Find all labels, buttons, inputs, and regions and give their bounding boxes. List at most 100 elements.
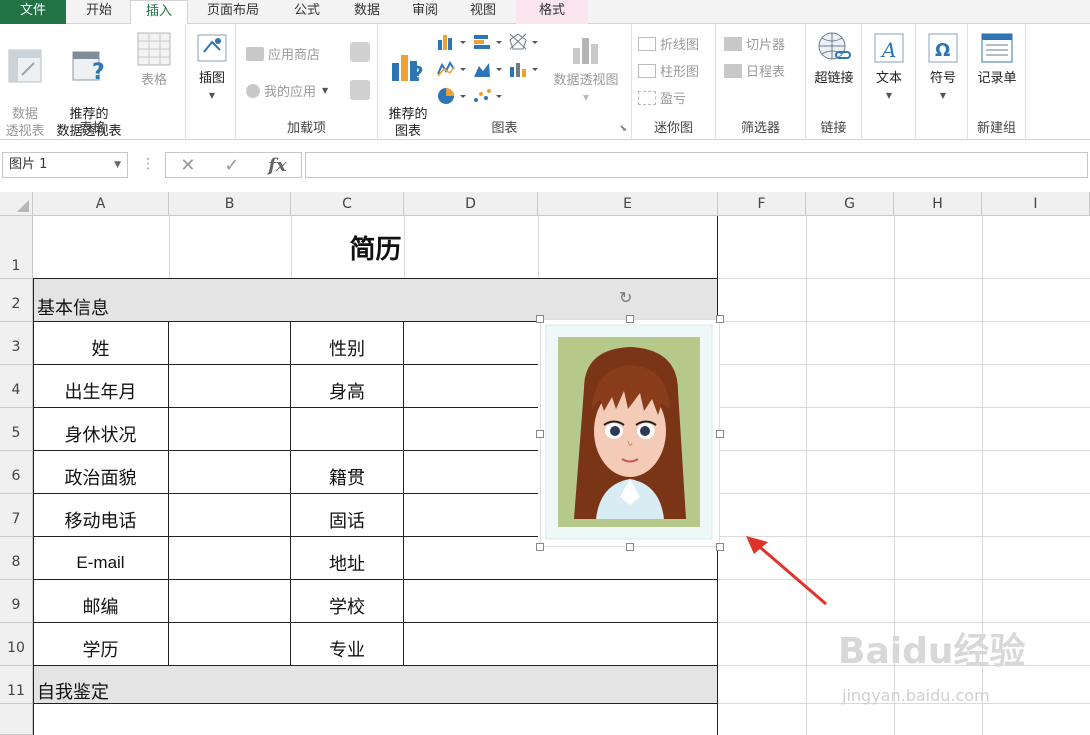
enter-icon[interactable]: ✓ [224,155,239,176]
resize-handle-w[interactable] [536,430,544,438]
bing-maps-icon[interactable] [350,42,370,62]
section-self-assessment[interactable]: 自我鉴定 [33,673,333,709]
label-mobile[interactable]: 移动电话 [33,498,168,541]
resize-handle-n[interactable] [626,315,634,323]
timeline-button[interactable]: 日程表 [724,61,785,80]
label-landline[interactable]: 固话 [291,498,403,541]
selected-picture[interactable] [539,318,721,548]
cancel-icon[interactable]: ✕ [180,155,195,176]
col-header-a[interactable]: A [33,192,169,216]
pie-chart-button[interactable] [436,86,470,110]
tab-file[interactable]: 文件 [0,0,66,24]
group-links: 超链接 链接 [806,24,862,140]
label-major[interactable]: 专业 [291,627,403,670]
scatter-chart-button[interactable] [472,86,506,110]
col-header-b[interactable]: B [169,192,291,216]
table-button[interactable]: 表格 [128,30,180,89]
tab-insert[interactable]: 插入 [130,0,188,25]
row-header-7[interactable]: 7 [0,494,33,537]
row-header-2[interactable]: 2 [0,279,33,322]
row-header-9[interactable]: 9 [0,580,33,623]
pivot-chart-dropdown-icon: ▼ [582,93,590,102]
select-all-button[interactable] [0,192,33,216]
row-header-6[interactable]: 6 [0,451,33,494]
label-political[interactable]: 政治面貌 [33,455,168,498]
formula-bar-grip-icon[interactable]: ⋮ [141,156,155,172]
row-header-8[interactable]: 8 [0,537,33,580]
pivot-chart-button[interactable]: 数据透视图 ▼ [546,30,626,106]
resize-handle-sw[interactable] [536,543,544,551]
resize-handle-s[interactable] [626,543,634,551]
group-addins-label: 加载项 [286,121,326,136]
people-graph-icon[interactable] [350,80,370,100]
insert-function-icon[interactable]: fx [268,155,286,176]
form-button[interactable]: 记录单 [970,30,1024,87]
section-basic-info[interactable]: 基本信息 [33,287,333,327]
symbol-button[interactable]: Ω 符号 ▼ [920,30,966,104]
col-header-d[interactable]: D [404,192,538,216]
hyperlink-button[interactable]: 超链接 [808,30,860,87]
tab-review[interactable]: 审阅 [396,0,454,24]
name-box-dropdown-icon[interactable]: ▼ [114,153,121,177]
resume-title[interactable]: 简历 [33,216,718,278]
label-email[interactable]: E-mail [33,541,168,584]
radar-chart-button[interactable] [508,32,542,56]
group-tables-label: 表格 [79,121,106,136]
bar-chart-button[interactable] [472,32,506,56]
tab-view[interactable]: 视图 [454,0,512,24]
label-birth[interactable]: 出生年月 [33,369,168,412]
label-education[interactable]: 学历 [33,627,168,670]
label-school[interactable]: 学校 [291,584,403,627]
store-button[interactable]: 应用商店 [246,44,320,63]
svg-text:?: ? [92,60,105,85]
label-address[interactable]: 地址 [291,541,403,584]
line-chart-button[interactable] [436,59,470,83]
recommended-charts-icon: ? [392,55,424,85]
row-header-5[interactable]: 5 [0,408,33,451]
label-native-place[interactable]: 籍贯 [291,455,403,498]
sparkline-winloss-button[interactable]: 盈亏 [638,88,686,107]
store-icon [246,46,264,61]
text-button[interactable]: A 文本 ▼ [866,30,912,104]
tab-page-layout[interactable]: 页面布局 [194,0,272,24]
row-header-3[interactable]: 3 [0,322,33,365]
resize-handle-nw[interactable] [536,315,544,323]
label-height[interactable]: 身高 [291,369,403,412]
sparkline-column-button[interactable]: 柱形图 [638,61,699,80]
row-header-10[interactable]: 10 [0,623,33,666]
area-chart-button[interactable] [472,59,506,83]
gridline [718,407,1090,408]
group-filters: 切片器 日程表 筛选器 [716,24,806,140]
resize-handle-e[interactable] [716,430,724,438]
formula-input[interactable] [305,152,1088,178]
resize-handle-se[interactable] [716,543,724,551]
tab-home[interactable]: 开始 [70,0,128,24]
illustrations-button[interactable]: 插图 ▼ [190,30,234,104]
col-header-f[interactable]: F [718,192,806,216]
label-gender[interactable]: 性别 [291,326,403,369]
label-postcode[interactable]: 邮编 [33,584,168,627]
tab-formulas[interactable]: 公式 [278,0,336,24]
col-header-g[interactable]: G [806,192,894,216]
row-header-1[interactable]: 1 [0,216,33,279]
column-chart-button[interactable] [436,32,470,56]
row-header-11[interactable]: 11 [0,666,33,704]
col-header-h[interactable]: H [894,192,982,216]
label-surname[interactable]: 姓 [33,326,168,369]
row-header-4[interactable]: 4 [0,365,33,408]
col-header-e[interactable]: E [538,192,718,216]
stock-chart-button[interactable] [508,59,542,83]
tab-data[interactable]: 数据 [338,0,396,24]
slicer-button[interactable]: 切片器 [724,34,785,53]
col-header-i[interactable]: I [982,192,1090,216]
sparkline-line-button[interactable]: 折线图 [638,34,699,53]
resize-handle-ne[interactable] [716,315,724,323]
name-box[interactable]: 图片 1 ▼ [2,152,128,178]
col-header-c[interactable]: C [291,192,404,216]
label-health[interactable]: 身休状况 [33,412,168,455]
row-header-12[interactable] [0,704,33,735]
my-apps-button[interactable]: 我的应用 ▼ [246,81,328,100]
tab-format[interactable]: 格式 [516,0,588,24]
label-empty[interactable] [291,412,403,455]
rotate-handle-icon[interactable]: ↻ [619,288,632,307]
